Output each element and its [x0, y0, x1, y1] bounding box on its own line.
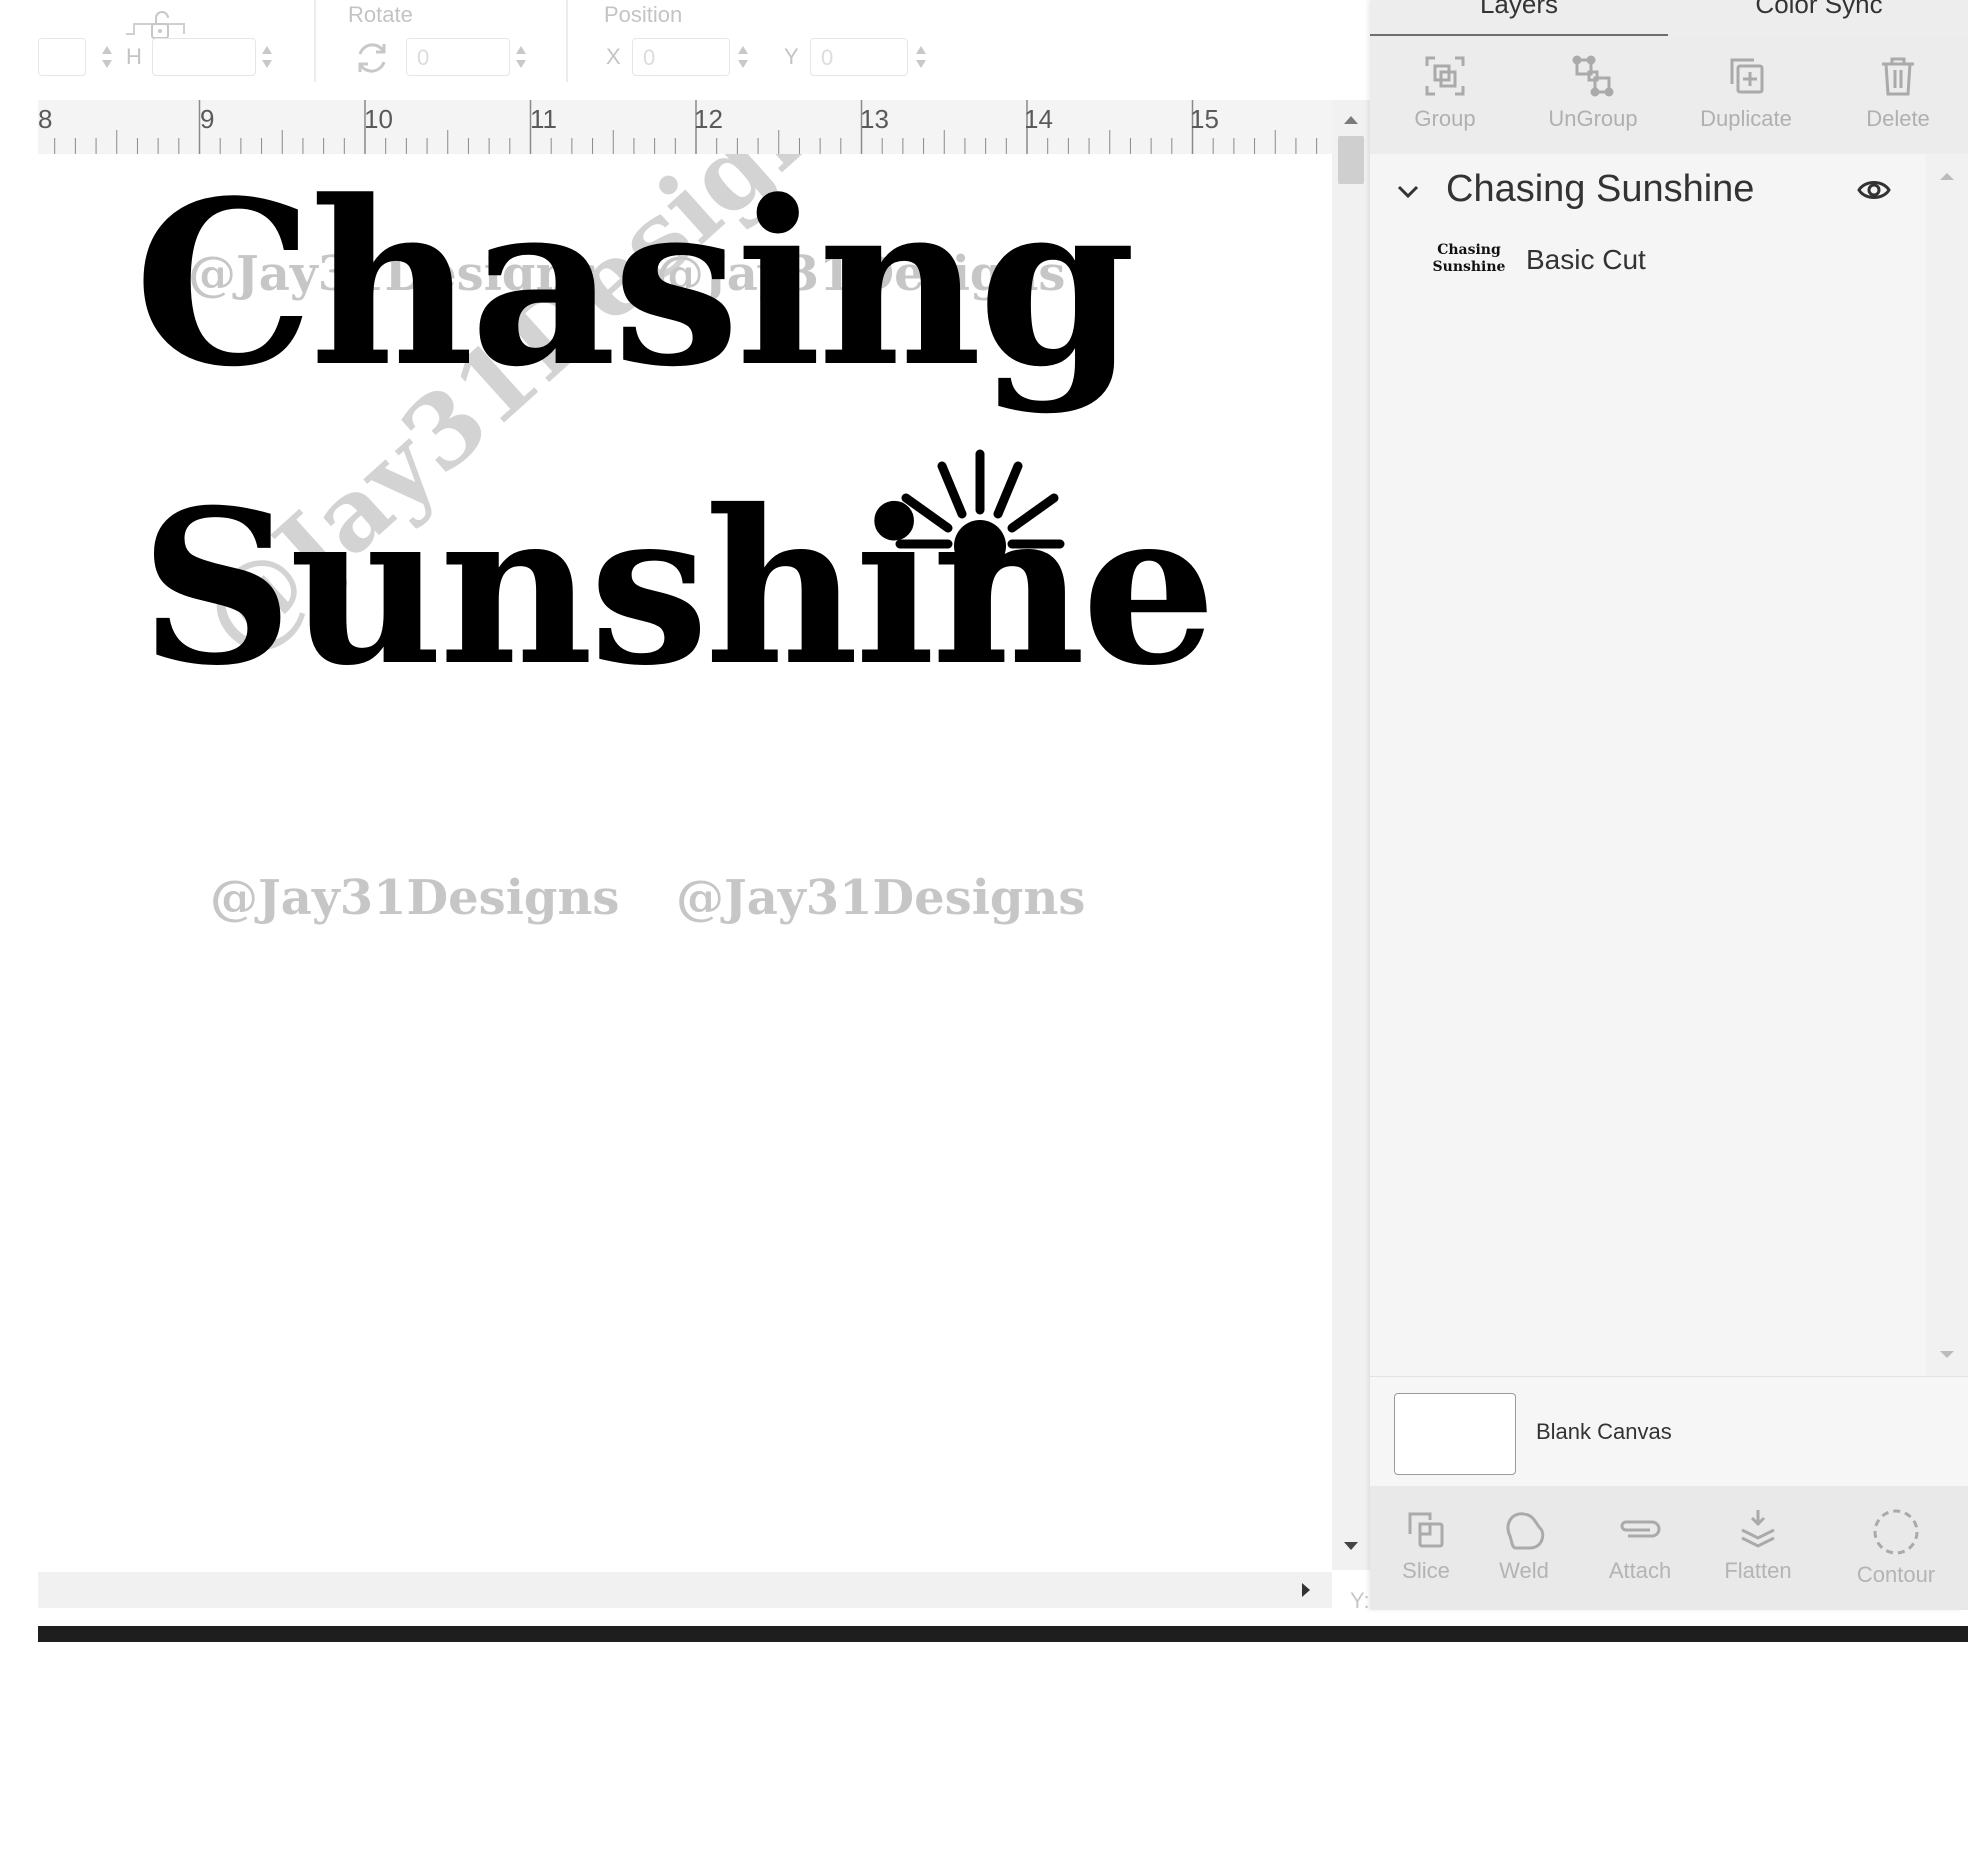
chasing-sunshine-design[interactable]: Chasing Sunshine [38, 154, 1332, 954]
design-text-line1: Chasing [134, 154, 1136, 417]
slice-icon [1408, 1512, 1444, 1548]
x-position-stepper[interactable] [736, 40, 750, 74]
watermark: @Jay31Designs [210, 870, 620, 926]
contour-label: Contour [1856, 1562, 1936, 1587]
layer-thumbnail: Chasing Sunshine [1432, 242, 1506, 282]
duplicate-icon [1730, 58, 1764, 94]
x-label: X [606, 44, 621, 69]
chevron-down-icon[interactable] [1392, 176, 1424, 208]
tab-color-sync[interactable]: Color Sync [1670, 0, 1968, 28]
slice-label: Slice [1402, 1558, 1450, 1583]
edit-toolbar: H Rotate 0 Position X 0 Y 0 [38, 0, 1370, 100]
duplicate-button[interactable]: Duplicate [1666, 52, 1826, 132]
ruler-number: 13 [860, 104, 889, 134]
scroll-up-arrow-icon[interactable] [1332, 108, 1370, 132]
layer-group-row[interactable]: Chasing Sunshine [1370, 154, 1926, 226]
height-stepper[interactable] [260, 40, 274, 74]
tab-layers[interactable]: Layers [1370, 0, 1668, 28]
flatten-button[interactable]: Flatten [1706, 1506, 1810, 1584]
ruler-number: 15 [1190, 104, 1219, 134]
weld-icon [1506, 1512, 1545, 1550]
flatten-icon [1741, 1510, 1775, 1548]
weld-label: Weld [1499, 1558, 1549, 1583]
layers-list: Chasing Sunshine Chasing Sunshine Basic … [1370, 154, 1926, 1376]
y-position-stepper[interactable] [914, 40, 928, 74]
layer-operation-name: Basic Cut [1526, 244, 1646, 275]
ruler-number: 9 [200, 104, 215, 134]
scroll-right-arrow-icon[interactable] [1294, 1572, 1318, 1608]
blank-canvas-label: Blank Canvas [1536, 1419, 1672, 1444]
layer-row[interactable]: Chasing Sunshine Basic Cut [1370, 234, 1926, 290]
layers-scrollbar[interactable] [1926, 154, 1968, 1376]
layers-panel: Layers Color Sync Group UnGroup Duplicat… [1370, 0, 1968, 1610]
toolbar-divider [566, 0, 568, 82]
layer-thumbnail-line: Sunshine [1432, 259, 1506, 275]
duplicate-label: Duplicate [1700, 106, 1792, 131]
ruler-ticks [54, 100, 1318, 154]
delete-label: Delete [1866, 106, 1930, 131]
blank-canvas-row[interactable]: Blank Canvas [1370, 1376, 1968, 1487]
y-label: Y [784, 44, 799, 69]
design-canvas[interactable]: @Jay31Designs @Jay31Designs @Jay31Design… [38, 154, 1332, 1572]
ruler-number: 14 [1024, 104, 1053, 134]
ungroup-label: UnGroup [1548, 106, 1638, 131]
canvas-horizontal-scrollbar[interactable] [38, 1572, 1332, 1608]
watermark: @Jay31Designs [676, 870, 1086, 926]
bottom-bar [38, 1626, 1968, 1642]
attach-icon [1620, 1520, 1661, 1538]
rotate-label: Rotate [348, 2, 413, 27]
group-label: Group [1414, 106, 1476, 131]
height-label: H [126, 44, 142, 69]
delete-button[interactable]: Delete [1828, 52, 1968, 132]
ungroup-button[interactable]: UnGroup [1518, 52, 1668, 132]
toolbar-divider [314, 0, 316, 82]
rotate-icon[interactable] [352, 38, 392, 78]
layer-group-name: Chasing Sunshine [1446, 168, 1755, 210]
ruler-number: 12 [694, 104, 723, 134]
ruler-number: 8 [38, 104, 53, 134]
scroll-down-arrow-icon[interactable] [1926, 1342, 1968, 1366]
height-field[interactable] [152, 38, 256, 76]
combine-action-bar: Slice Weld Attach Flatten Contour [1370, 1486, 1968, 1610]
weld-button[interactable]: Weld [1482, 1506, 1566, 1584]
contour-icon [1873, 1509, 1919, 1555]
ruler-number: 10 [364, 104, 393, 134]
y-position-field[interactable]: 0 [810, 38, 908, 76]
width-stepper[interactable] [100, 40, 114, 74]
delete-icon [1882, 57, 1914, 96]
lock-aspect-icon[interactable] [124, 8, 194, 40]
rotate-field[interactable]: 0 [406, 38, 510, 76]
canvas-vertical-scrollbar[interactable] [1332, 100, 1370, 1570]
slice-button[interactable]: Slice [1384, 1506, 1468, 1584]
group-icon [1425, 56, 1465, 96]
scroll-up-arrow-icon[interactable] [1926, 164, 1968, 188]
panel-tabs: Layers Color Sync [1370, 0, 1968, 36]
flatten-label: Flatten [1724, 1558, 1792, 1583]
ungroup-icon [1572, 55, 1614, 97]
position-label: Position [604, 2, 683, 27]
visibility-eye-icon[interactable] [1856, 176, 1892, 204]
width-field[interactable] [38, 38, 86, 76]
scroll-down-arrow-icon[interactable] [1332, 1534, 1370, 1558]
scrollbar-thumb[interactable] [1338, 136, 1364, 184]
layer-action-bar: Group UnGroup Duplicate Delete [1370, 36, 1968, 155]
group-button[interactable]: Group [1370, 52, 1520, 132]
ruler-number: 11 [530, 104, 557, 134]
contour-button[interactable]: Contour [1836, 1506, 1956, 1588]
attach-label: Attach [1608, 1558, 1672, 1583]
rotate-stepper[interactable] [514, 40, 528, 74]
attach-button[interactable]: Attach [1590, 1506, 1690, 1584]
layer-thumbnail-line: Chasing [1437, 242, 1501, 258]
canvas-color-swatch[interactable] [1394, 1393, 1516, 1475]
x-position-field[interactable]: 0 [632, 38, 730, 76]
design-space-app: H Rotate 0 Position X 0 Y 0 8 9 10 11 12… [0, 0, 1968, 1854]
sun-rays-graphic [895, 449, 1065, 572]
horizontal-ruler: 8 9 10 11 12 13 14 15 [38, 100, 1332, 155]
